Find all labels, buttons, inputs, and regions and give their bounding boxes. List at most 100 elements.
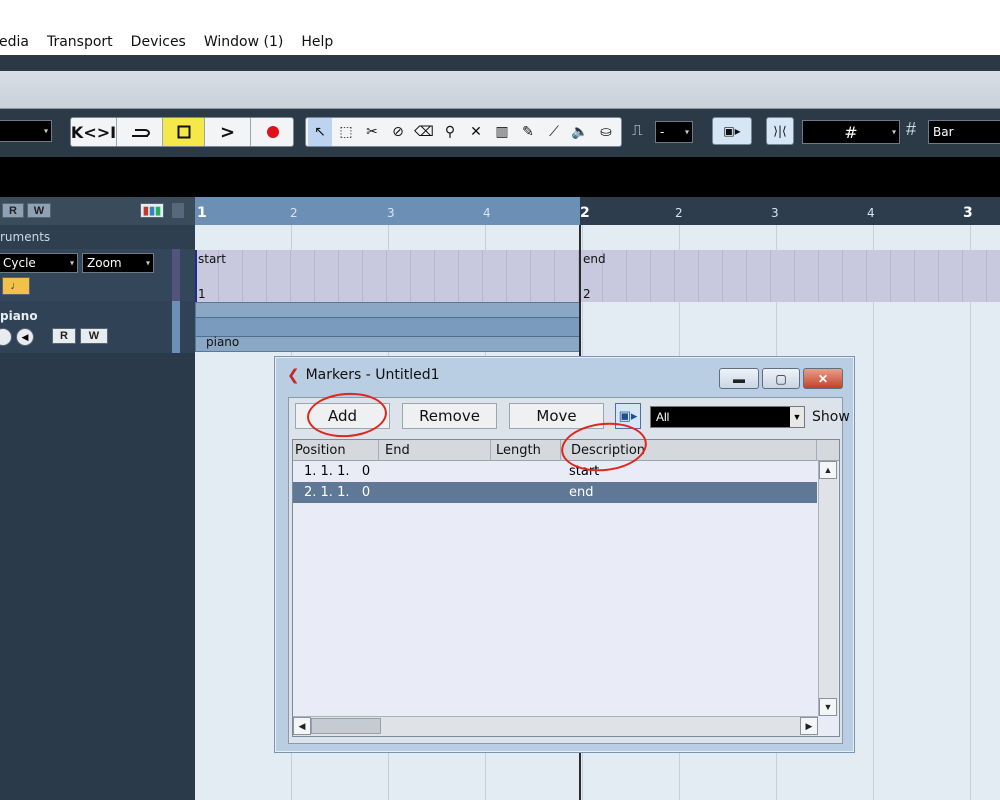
ruler-label: 2: [580, 205, 590, 221]
column-end[interactable]: End: [379, 440, 491, 461]
zoom-tool[interactable]: ⚲: [438, 118, 462, 146]
move-marker-button[interactable]: Move: [509, 403, 604, 429]
markers-body: Add Remove Move ▣▸ All ▼ Show Position En…: [288, 397, 850, 744]
snap-button[interactable]: ⟩|⟨: [766, 117, 794, 145]
chevron-down-icon: ▾: [684, 127, 689, 137]
column-position[interactable]: Position: [293, 440, 379, 461]
piano-track-name: piano: [0, 309, 38, 323]
marker-list-header: Position End Length Description: [293, 440, 839, 461]
stop-icon: [177, 125, 190, 139]
marker-description[interactable]: start: [569, 464, 599, 479]
markers-title-bar[interactable]: ❮ Markers - Untitled1: [287, 366, 440, 384]
timeline-ruler[interactable]: 1 2 3 4 2 2 3 4 3: [195, 197, 1000, 225]
remove-marker-button[interactable]: Remove: [402, 403, 497, 429]
horizontal-scrollbar[interactable]: ◀ ▶: [293, 716, 818, 736]
mute-button[interactable]: [0, 328, 12, 346]
scroll-right-button[interactable]: ▶: [800, 717, 818, 735]
scroll-left-button[interactable]: ◀: [293, 717, 311, 735]
marker-track-row[interactable]: Cycle ▾ Zoom ▾ ♩: [0, 249, 195, 301]
write-all-button[interactable]: W: [27, 203, 51, 218]
ruler-label: 3: [387, 206, 395, 220]
menu-help[interactable]: Help: [292, 34, 342, 50]
marker-position: 2. 1. 1. 0: [304, 485, 371, 500]
grid-type-dropdown[interactable]: # ▾: [802, 120, 900, 144]
vertical-scrollbar[interactable]: ▲ ▼: [818, 461, 838, 716]
autoscroll-button[interactable]: ▣▸: [712, 117, 752, 145]
tools-panel: ↖ ⬚ ✂ ⊘ ⌫ ⚲ ✕ ▥ ✎ ⟋ 🔈 ⛀: [305, 117, 622, 147]
marker-lane[interactable]: start 1 end 2: [195, 250, 1000, 302]
select-tool[interactable]: ↖: [308, 118, 332, 146]
nudge-dropdown[interactable]: - ▾: [655, 121, 693, 143]
instruments-folder-row[interactable]: ruments: [0, 225, 195, 249]
add-marker-button[interactable]: Add: [295, 403, 390, 429]
column-length[interactable]: Length: [491, 440, 561, 461]
mute-tool[interactable]: ✕: [464, 118, 488, 146]
zoom-marker-dropdown[interactable]: Zoom ▾: [82, 253, 154, 273]
write-automation-button[interactable]: W: [80, 328, 108, 344]
marker-list[interactable]: Position End Length Description 1. 1. 1.…: [292, 439, 840, 737]
cycle-marker-dropdown[interactable]: Cycle ▾: [0, 253, 78, 273]
menu-window[interactable]: Window (1): [195, 34, 292, 50]
cycle-follow-button[interactable]: ▣▸: [615, 403, 641, 429]
toolbar-left-dropdown[interactable]: ▾: [0, 120, 52, 142]
track-colors-button[interactable]: ▮▮▮: [140, 203, 164, 218]
play-tool[interactable]: 🔈: [568, 118, 592, 146]
maximize-button[interactable]: ▢: [762, 368, 800, 389]
menu-media[interactable]: edia: [0, 34, 38, 50]
marker-filter-dropdown[interactable]: All ▼: [650, 406, 805, 428]
chevron-down-icon: ▾: [69, 258, 74, 268]
line-tool[interactable]: ⟋: [542, 118, 566, 146]
marker-row-selected[interactable]: 2. 1. 1. 0 end: [293, 482, 817, 503]
read-automation-button[interactable]: R: [52, 328, 76, 344]
maximize-icon: ▢: [775, 371, 787, 386]
close-button[interactable]: ✕: [803, 368, 843, 389]
play-icon: >: [219, 121, 236, 143]
play-button[interactable]: >: [205, 118, 251, 146]
piano-track-row[interactable]: piano ◀ R W: [0, 301, 195, 353]
draw-tool[interactable]: ✎: [516, 118, 540, 146]
cycle-button[interactable]: [117, 118, 163, 146]
scroll-down-button[interactable]: ▼: [819, 698, 837, 716]
color-tool[interactable]: ⛀: [594, 118, 618, 146]
piano-event[interactable]: piano: [195, 302, 580, 352]
speaker-icon: 🔈: [571, 124, 589, 140]
read-all-button[interactable]: R: [2, 203, 24, 218]
speaker-icon: ◀: [21, 331, 29, 342]
show-label: Show: [812, 409, 850, 425]
menu-devices[interactable]: Devices: [122, 34, 195, 50]
ruler-label: 2: [290, 206, 298, 220]
piano-track-color-strip: [172, 301, 180, 353]
project-header-band: [0, 157, 1000, 197]
column-description[interactable]: Description: [561, 440, 817, 461]
marker-row[interactable]: 1. 1. 1. 0 start: [293, 461, 817, 482]
chevron-down-icon: ▼: [790, 407, 804, 427]
project-toolbar: ▾ K<>I > ↖ ⬚ ✂ ⊘ ⌫ ⚲ ✕ ▥ ✎ ⟋ 🔈 ⛀ ⎍ - ▾ ▣▸…: [0, 109, 1000, 157]
erase-tool[interactable]: ⌫: [412, 118, 436, 146]
chevron-down-icon: ▼: [823, 702, 833, 712]
eraser-icon: ⌫: [414, 124, 434, 140]
grid-icon: #: [844, 122, 858, 142]
nudge-value: -: [660, 125, 665, 139]
marker-start-label[interactable]: start: [198, 252, 226, 266]
timewarp-tool[interactable]: ▥: [490, 118, 514, 146]
stop-button[interactable]: [163, 118, 205, 146]
go-to-previous-marker-button[interactable]: K<>I: [71, 118, 117, 146]
marker-note-button[interactable]: ♩: [2, 277, 30, 295]
horizontal-scroll-thumb[interactable]: [311, 718, 381, 734]
record-button[interactable]: [251, 118, 295, 146]
marker-description[interactable]: end: [569, 485, 594, 500]
ruler-label: 3: [963, 205, 973, 221]
quantize-grid-icon: #: [906, 119, 917, 139]
minimize-button[interactable]: ▬: [719, 368, 759, 389]
scroll-up-button[interactable]: ▲: [819, 461, 837, 479]
range-tool[interactable]: ⬚: [334, 118, 358, 146]
snap-mode-dropdown[interactable]: Bar: [928, 120, 1000, 144]
menu-bar: edia Transport Devices Window (1) Help: [0, 28, 1000, 55]
split-tool[interactable]: ✂: [360, 118, 384, 146]
transport-panel: K<>I >: [70, 117, 294, 147]
marker-end-label[interactable]: end: [583, 252, 606, 266]
menu-transport[interactable]: Transport: [38, 34, 122, 50]
monitor-button[interactable]: ◀: [16, 328, 34, 346]
track-list: R W ▮▮▮ ruments Cycle ▾ Zoom ▾ ♩ piano ◀ R…: [0, 197, 195, 800]
glue-tool[interactable]: ⊘: [386, 118, 410, 146]
